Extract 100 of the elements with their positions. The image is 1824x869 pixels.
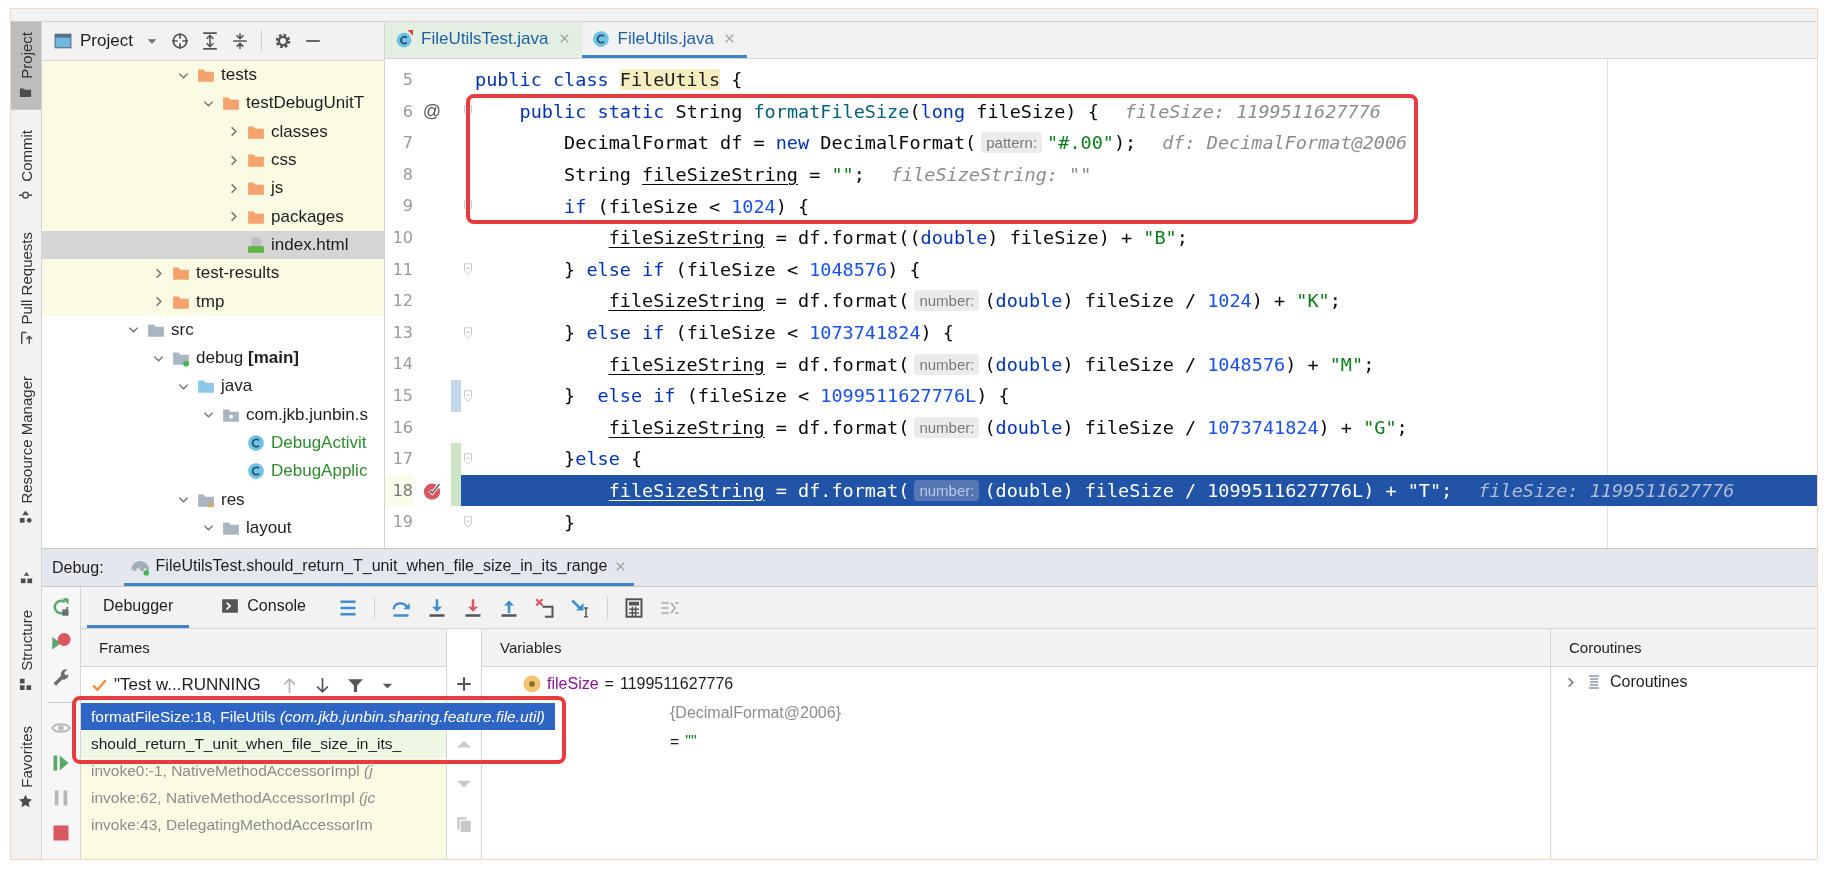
code-text: }else { [564, 448, 643, 470]
tree-item[interactable]: DebugApplic [42, 457, 384, 486]
code-text: fileSizeString = df.format( [608, 480, 910, 501]
code-text: fileSizeString = df.format( [608, 290, 910, 312]
parameter-hint: number: [914, 416, 980, 438]
tree-item[interactable]: res [42, 485, 384, 514]
line-number: 17 [391, 448, 413, 471]
tree-item[interactable]: DebugActivit [42, 428, 384, 458]
tree-item[interactable]: src [42, 315, 384, 344]
pane-header: Variables [482, 629, 1550, 667]
code-text: (double) fileSize / 1099511627776L) + "T"; [984, 480, 1453, 501]
variable-item[interactable]: fileSize = 1199511627776 [482, 669, 1550, 698]
tool-window-button[interactable]: Favorites [11, 716, 41, 819]
drop-frame-icon[interactable] [535, 597, 555, 618]
line-number: 9 [401, 195, 413, 218]
debugger-tab[interactable]: Console [205, 587, 322, 628]
panel-title: Debug: [52, 558, 104, 577]
editor-tab[interactable]: FileUtilsTest.java [385, 22, 582, 58]
list-icon [1586, 674, 1602, 690]
rerun-icon[interactable] [51, 597, 71, 617]
tree-item[interactable]: css [42, 145, 384, 175]
frame-item[interactable]: should_return_T_unit_when_file_size_in_its_ [81, 730, 446, 757]
breakpoint-icon[interactable] [422, 480, 442, 501]
tree-item[interactable]: com.jkb.junbin.s [42, 400, 384, 429]
locate-icon[interactable] [170, 32, 189, 50]
pull-request-icon [18, 330, 34, 346]
force-step-into-icon[interactable] [463, 597, 483, 618]
settings-icon[interactable] [273, 32, 292, 50]
calculator-icon[interactable] [624, 597, 644, 618]
filter-icon[interactable] [346, 676, 364, 694]
test-class-icon [395, 29, 413, 48]
inline-value-hint: fileSize: 1199511627776 [1124, 100, 1381, 122]
line-number: 6 [401, 100, 413, 123]
resources-icon [18, 509, 34, 525]
tree-item[interactable]: java [42, 372, 384, 401]
line-number: 12 [391, 290, 413, 313]
step-into-icon[interactable] [427, 597, 447, 618]
folder-icon [197, 66, 215, 85]
tool-window-button[interactable]: Resource Manager [11, 365, 41, 535]
code-text: DecimalFormat df = new DecimalFormat( [564, 132, 977, 154]
change-marker[interactable] [451, 379, 461, 412]
structure-icon [18, 677, 34, 693]
tool-window-button[interactable]: Project [11, 22, 41, 110]
parameter-hint: number: [914, 290, 980, 312]
resume-icon[interactable] [51, 753, 71, 773]
tree-item[interactable]: layout [42, 513, 384, 543]
class-icon [591, 29, 610, 48]
code-text: public static String formatFileSize(long fileSize) { [519, 100, 1099, 122]
tree-item[interactable]: classes [42, 117, 384, 146]
change-marker[interactable] [451, 474, 461, 507]
code-text: } else if (fileSize < 1048576) { [564, 258, 921, 280]
editor-tab[interactable]: FileUtils.java [581, 22, 747, 58]
change-marker[interactable] [451, 443, 461, 475]
star-icon [18, 794, 34, 809]
stop-icon[interactable] [51, 823, 71, 843]
gutter-marker[interactable]: @ [422, 100, 442, 122]
run-to-cursor-icon[interactable] [571, 597, 591, 618]
plus-icon[interactable] [455, 675, 473, 693]
code-text: public class FileUtils { [475, 69, 743, 91]
html-file-icon [247, 235, 265, 254]
console-icon [221, 597, 240, 615]
line-number: 18 [385, 474, 413, 507]
coroutine-item[interactable]: Coroutines [1551, 667, 1817, 697]
class-icon [247, 434, 265, 452]
wrench-icon[interactable] [51, 667, 71, 687]
folder-icon [247, 151, 265, 170]
pane-header: Coroutines [1551, 629, 1817, 667]
frame-tooltip[interactable]: formatFileSize:18, FileUtils (com.jkb.junbin.sharing.feature.file.util) [81, 703, 555, 730]
module-folder-icon [172, 349, 190, 368]
code-text: fileSizeString = df.format( [608, 416, 910, 438]
tool-window-button[interactable]: Pull Requests [11, 222, 41, 356]
tool-window-button[interactable]: Structure [11, 600, 41, 703]
thread-selector[interactable]: "Test w...RUNNING [91, 675, 261, 695]
line-number: 14 [391, 353, 413, 376]
collapse-all-icon[interactable] [230, 32, 249, 50]
code-text: } else if (fileSize < 1073741824) { [564, 322, 954, 344]
tool-window-button[interactable]: Commit [11, 119, 41, 213]
folder-icon [197, 377, 215, 396]
code-text: fileSizeString = df.format( [608, 353, 910, 375]
rerun-failed-icon[interactable] [51, 632, 71, 652]
view-selector[interactable]: Project [80, 31, 133, 51]
variable-item[interactable]: = "" [670, 727, 697, 756]
tree-item[interactable]: tmp [42, 287, 384, 316]
tree-item[interactable]: testDebugUnitT [42, 89, 384, 118]
inline-value-hint: fileSize: 1199511627776 [1478, 480, 1735, 501]
parameter-hint: number: [914, 480, 980, 501]
tree-item[interactable]: tests [42, 61, 384, 90]
parameter-hint: number: [914, 353, 980, 375]
tree-item[interactable]: index.html [42, 230, 384, 260]
code-text: fileSizeString = df.format((double) fileSize) + "B"; [608, 227, 1188, 249]
folder-icon [172, 264, 190, 283]
code-text: (double) fileSize / 1048576) + "M"; [984, 353, 1375, 375]
tree-item[interactable]: packages [42, 202, 384, 231]
parameter-hint: pattern: [981, 132, 1043, 154]
tree-item[interactable]: debug [main] [42, 343, 384, 373]
tree-item[interactable]: js [42, 174, 384, 203]
code-text: if (fileSize < 1024) { [564, 195, 810, 217]
code-text: (double) fileSize / 1073741824) + "G"; [984, 416, 1408, 438]
tree-item[interactable]: test-results [42, 259, 384, 288]
expand-all-icon[interactable] [200, 32, 219, 50]
